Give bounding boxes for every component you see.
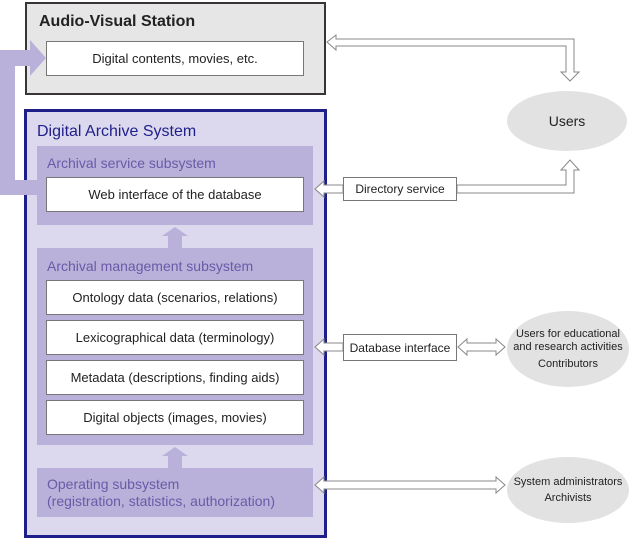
users-ellipse: Users (507, 91, 627, 151)
edu-users-line2: and research activities (513, 340, 623, 353)
users-label: Users (548, 112, 586, 129)
up-arrow-management (162, 447, 188, 468)
arrow-directory-das (314, 179, 344, 199)
contributors-label: Contributors (538, 357, 598, 370)
edu-users-ellipse: Users for educational and research activ… (507, 311, 629, 387)
archivists-label: Archivists (544, 491, 592, 504)
admins-label: System administrators (513, 475, 623, 488)
edu-users-line1: Users for educational (516, 327, 620, 340)
purple-arrow (0, 40, 46, 195)
arrow-av-users (326, 33, 581, 82)
up-arrow-service (162, 227, 188, 248)
arrow-database-das (314, 337, 344, 357)
arrow-database-users (457, 337, 506, 357)
arrow-directory-users (456, 159, 581, 194)
database-interface-box: Database interface (343, 334, 457, 361)
admins-ellipse: System administrators Archivists (507, 457, 629, 523)
arrows-layer (0, 33, 581, 495)
arrow-operating-admins (314, 475, 506, 495)
directory-service-box: Directory service (343, 177, 457, 201)
